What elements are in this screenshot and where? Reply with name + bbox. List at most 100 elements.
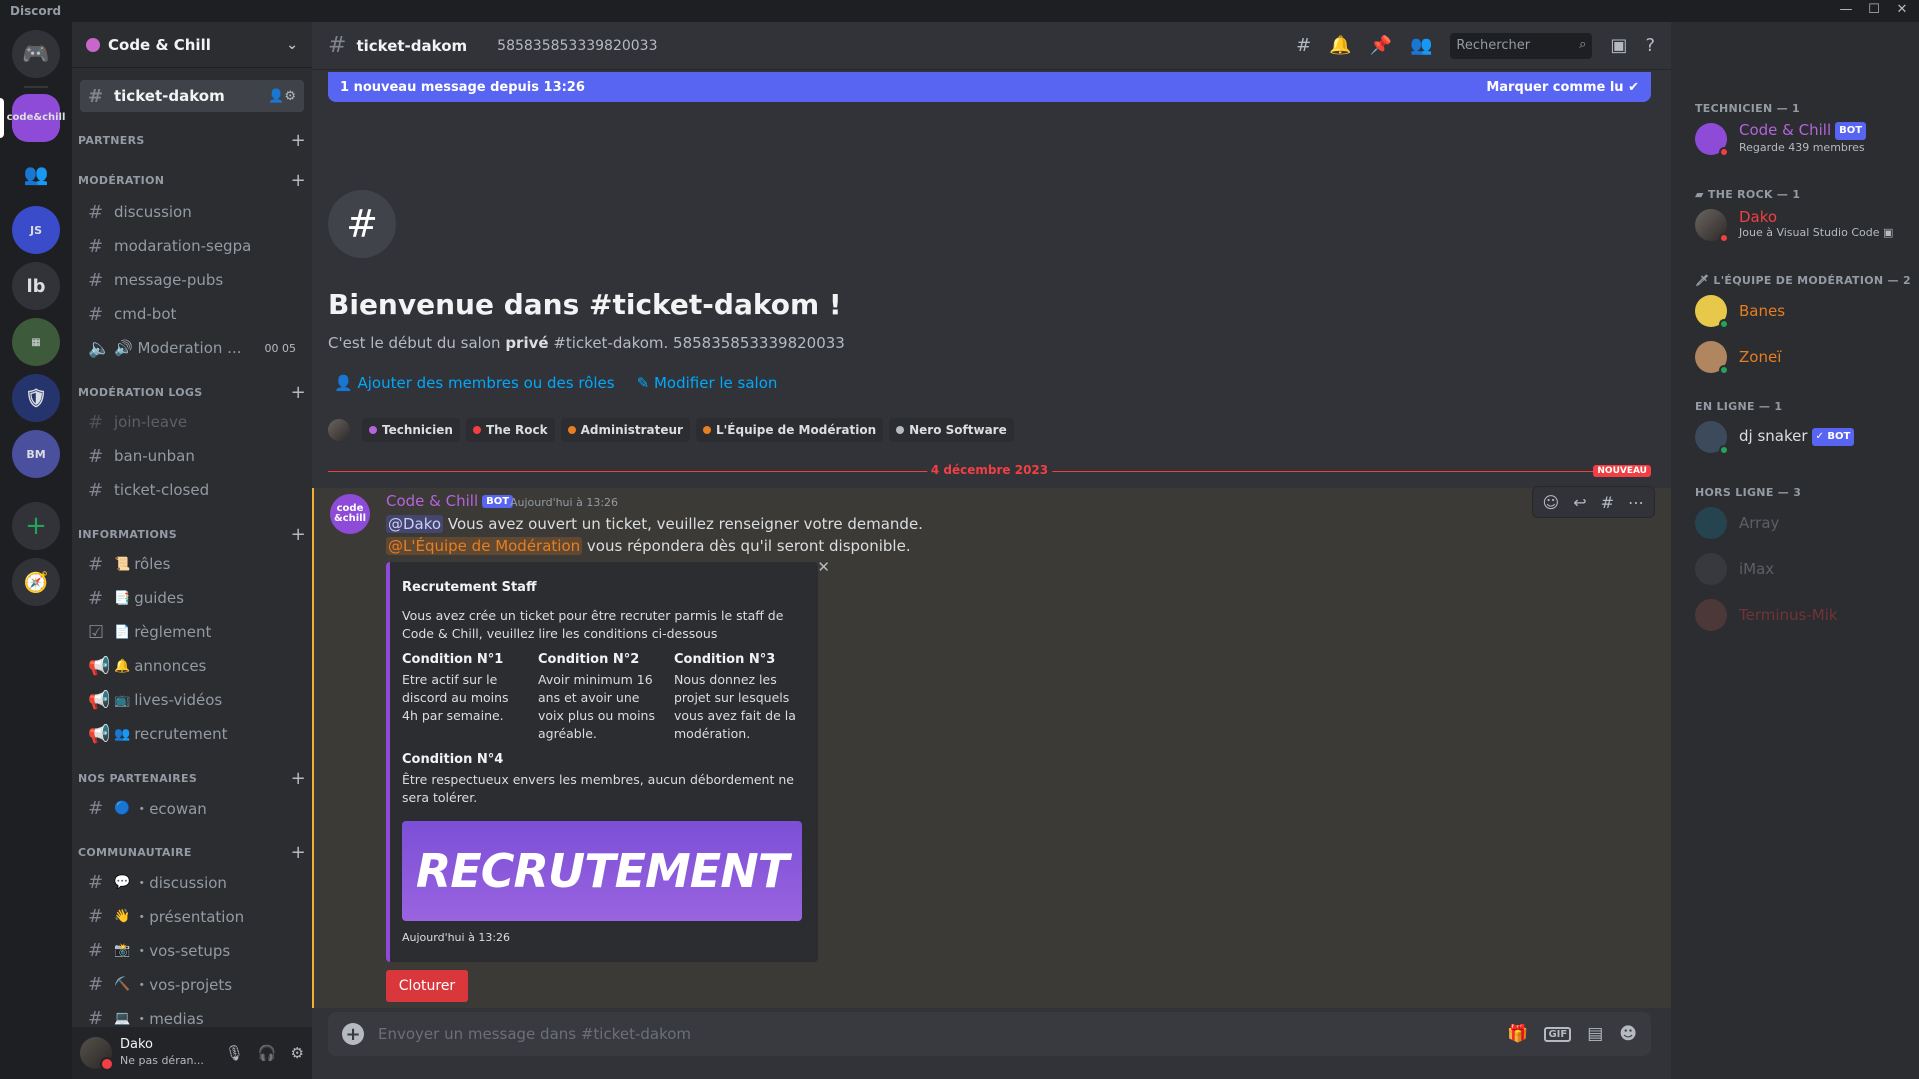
channel-item[interactable]: 📢👥recrutement [80, 718, 304, 750]
help-icon[interactable]: ? [1645, 35, 1655, 56]
server-js[interactable]: JS [12, 206, 60, 254]
member-item[interactable]: Banes [1695, 290, 1905, 332]
member-item[interactable]: Terminus-Mik [1695, 594, 1905, 636]
channel-label: message-pubs [114, 271, 223, 289]
server-image-icon[interactable]: ▦ [12, 318, 60, 366]
category-partners[interactable]: PARTNERS+ [78, 130, 306, 150]
close-ticket-button[interactable]: Cloturer [386, 970, 468, 1002]
category-modlogs[interactable]: MODÉRATION LOGS+ [78, 382, 306, 402]
voice-channel-moderation[interactable]: 🔈 🔊 Moderation ... 00 05 [80, 332, 304, 364]
category-text: THE ROCK — 1 [1708, 188, 1800, 201]
server-bm[interactable]: BM [12, 430, 60, 478]
maximize-button[interactable]: ☐ [1860, 2, 1888, 17]
channel-settings-icon[interactable]: 👤⚙ [268, 89, 296, 104]
category-moderation[interactable]: MODÉRATION+ [78, 170, 306, 190]
add-members-link[interactable]: 👤 Ajouter des membres ou des rôles [334, 374, 615, 392]
channel-item[interactable]: #📑guides [80, 582, 304, 614]
threads-icon[interactable]: # [1296, 35, 1311, 56]
role-tag[interactable]: L'Équipe de Modération [696, 418, 883, 442]
close-window-button[interactable]: ✕ [1888, 2, 1916, 17]
member-item[interactable]: Array [1695, 502, 1905, 544]
category-informations[interactable]: INFORMATIONS+ [78, 524, 306, 544]
member-item[interactable]: Code & ChillBOTRegarde 439 membres [1695, 118, 1905, 160]
channel-item[interactable]: #message-pubs [80, 264, 304, 296]
channel-item[interactable]: 📢🔔annonces [80, 650, 304, 682]
bell-icon[interactable]: 🔔 [1329, 35, 1351, 56]
mark-as-read-button[interactable]: Marquer comme lu ✔ [1486, 80, 1639, 95]
server-shield-icon[interactable]: 🛡 [12, 374, 60, 422]
add-channel-icon[interactable]: + [291, 524, 306, 545]
avatar[interactable] [80, 1037, 112, 1069]
channel-item[interactable]: 📢📺lives-vidéos [80, 684, 304, 716]
pin-icon[interactable]: 📌 [1370, 35, 1392, 56]
recruitment-banner[interactable]: RECRUTEMENT [402, 821, 802, 921]
reply-icon[interactable]: ↩ [1573, 493, 1586, 512]
avatar[interactable]: code&chill [330, 494, 370, 534]
chevron-down-icon[interactable]: ⌄ [286, 37, 298, 53]
gear-icon[interactable]: ⚙ [291, 1044, 304, 1062]
channel-item[interactable]: #⛏️・vos-projets [80, 968, 304, 1000]
gif-icon[interactable]: GIF [1544, 1027, 1571, 1042]
channel-item[interactable]: #cmd-bot [80, 298, 304, 330]
inbox-icon[interactable]: ▣ [1610, 35, 1627, 56]
channel-item[interactable]: #👋・présentation [80, 900, 304, 932]
member-item[interactable]: DakoJoue à Visual Studio Code ▣ [1695, 204, 1905, 246]
members-icon[interactable]: 👥 [1410, 35, 1432, 56]
add-channel-icon[interactable]: + [291, 768, 306, 789]
channel-item[interactable]: #💬・discussion [80, 866, 304, 898]
headphones-icon[interactable]: 🎧 [258, 1044, 277, 1062]
new-messages-bar[interactable]: 1 nouveau message depuis 13:26 Marquer c… [328, 72, 1651, 102]
channel-item[interactable]: #join-leave [80, 406, 304, 438]
explore-compass-icon[interactable]: 🧭 [12, 558, 60, 606]
server-lb[interactable]: lb [12, 262, 60, 310]
edit-channel-link[interactable]: ✎ Modifier le salon [637, 374, 778, 392]
microphone-icon[interactable]: 🎙 [225, 1044, 244, 1062]
channel-item[interactable]: ☑📄règlement [80, 616, 304, 648]
channel-item[interactable]: #discussion [80, 196, 304, 228]
create-thread-icon[interactable]: # [1601, 493, 1614, 512]
close-icon[interactable]: ✕ [817, 558, 830, 576]
gift-icon[interactable]: 🎁 [1507, 1024, 1528, 1044]
minimize-button[interactable]: — [1832, 2, 1860, 17]
add-channel-icon[interactable]: + [291, 842, 306, 863]
direct-messages-icon[interactable]: 👥 [12, 150, 60, 198]
server-code-chill[interactable]: code&chill [12, 94, 60, 142]
role-tag[interactable]: Technicien [362, 418, 460, 442]
category-nos-partenaires[interactable]: NOS PARTENAIRES+ [78, 768, 306, 788]
message-author[interactable]: Code & ChillBOT [386, 492, 513, 510]
channel-item[interactable]: #ticket-closed [80, 474, 304, 506]
add-channel-icon[interactable]: + [291, 130, 306, 151]
avatar[interactable] [328, 419, 350, 441]
discord-home-icon[interactable]: 🎮 [12, 30, 60, 78]
channel-item[interactable]: #📸・vos-setups [80, 934, 304, 966]
role-tag[interactable]: Administrateur [561, 418, 690, 442]
emoji-icon[interactable]: ☻ [1619, 1024, 1637, 1044]
member-item[interactable]: dj snaker✓ BOT [1695, 416, 1905, 458]
channel-item[interactable]: #🔵・ecowan [80, 792, 304, 824]
user-info[interactable]: Dako Ne pas déran... [120, 1037, 204, 1069]
add-channel-icon[interactable]: + [291, 170, 306, 191]
message-input[interactable]: Envoyer un message dans #ticket-dakom [378, 1025, 691, 1043]
add-channel-icon[interactable]: + [291, 382, 306, 403]
category-communautaire[interactable]: COMMUNAUTAIRE+ [78, 842, 306, 862]
message[interactable]: code&chill Code & ChillBOT Aujourd'hui à… [312, 488, 1671, 1008]
user-mention[interactable]: @Dako [386, 515, 443, 533]
channel-ticket-dakom[interactable]: # ticket-dakom 👤⚙ [80, 80, 304, 112]
more-icon[interactable]: ⋯ [1628, 493, 1644, 512]
sticker-icon[interactable]: ▤ [1587, 1024, 1603, 1044]
attach-plus-icon[interactable]: + [342, 1023, 364, 1045]
member-item[interactable]: iMax [1695, 548, 1905, 590]
role-mention[interactable]: @L'Équipe de Modération [386, 537, 582, 555]
add-reaction-icon[interactable]: ☺ [1543, 493, 1560, 512]
add-server-icon[interactable]: + [12, 502, 60, 550]
search-input[interactable]: Rechercher ⌕ [1450, 33, 1592, 59]
channel-item[interactable]: #ban-unban [80, 440, 304, 472]
channel-item[interactable]: #modaration-segpa [80, 230, 304, 262]
role-tag[interactable]: The Rock [466, 418, 555, 442]
message-composer[interactable]: + Envoyer un message dans #ticket-dakom … [328, 1012, 1651, 1056]
channel-item[interactable]: #📜rôles [80, 548, 304, 580]
member-item[interactable]: Zoneï [1695, 336, 1905, 378]
role-tag[interactable]: Nero Software [889, 418, 1014, 442]
guild-header[interactable]: Code & Chill ⌄ [72, 22, 312, 68]
guild-icon [86, 38, 100, 52]
